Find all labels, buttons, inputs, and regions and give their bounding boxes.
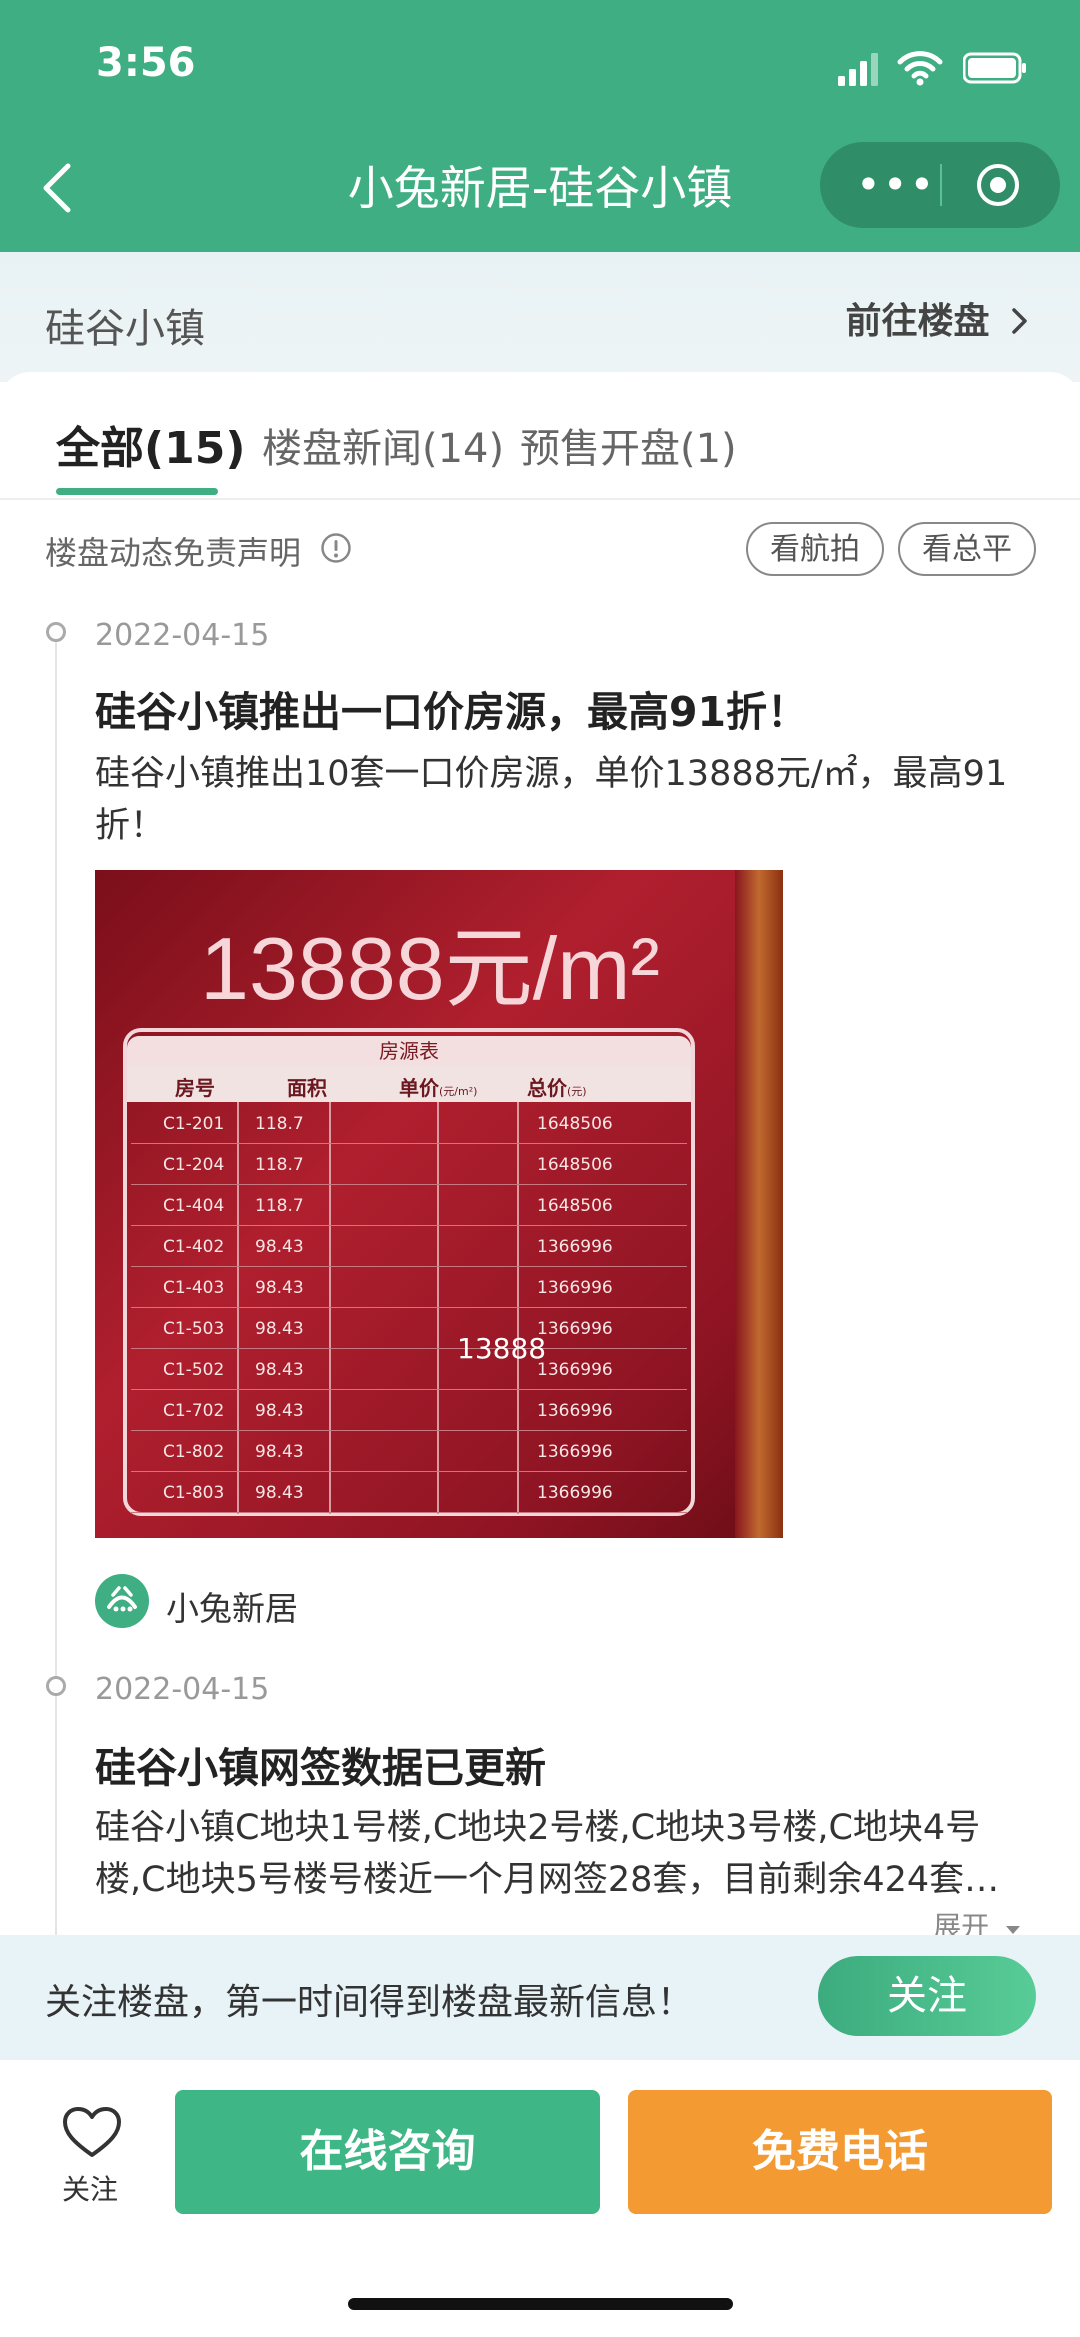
follow-button[interactable]: 关注 xyxy=(818,1956,1036,2036)
table-row-divider xyxy=(131,1225,687,1226)
room-number-cell: C1-403 xyxy=(163,1278,225,1298)
news-photo[interactable]: 13888元/m² 房源表 房号 面积 单价(元/m²) 总价(元) C1-20… xyxy=(95,870,783,1538)
header-price-label: 单价 xyxy=(399,1076,439,1100)
news-body: 硅谷小镇C地块1号楼,C地块2号楼,C地块3号楼,C地块4号楼,C地块5号楼号楼… xyxy=(95,1808,1000,1900)
header-price: 单价(元/m²) xyxy=(399,1072,477,1101)
table-row-divider xyxy=(131,1143,687,1144)
table-row-divider xyxy=(131,1184,687,1185)
rabbit-logo-icon xyxy=(107,1586,137,1612)
table-row-divider xyxy=(131,1471,687,1472)
home-indicator xyxy=(348,2298,733,2310)
table-row-divider xyxy=(131,1307,687,1308)
header-total-label: 总价 xyxy=(527,1076,567,1100)
miniprogram-capsule: ••• xyxy=(820,142,1060,228)
total-price-cell: 1366996 xyxy=(537,1442,613,1462)
heart-icon[interactable] xyxy=(62,2106,122,2160)
header-area: 面积 xyxy=(287,1076,327,1100)
price-table-caption: 房源表 xyxy=(127,1036,691,1066)
total-price-cell: 1648506 xyxy=(537,1196,613,1216)
free-call-button[interactable]: 免费电话 xyxy=(628,2090,1052,2214)
active-tab-indicator xyxy=(56,488,218,495)
total-price-cell: 1648506 xyxy=(537,1155,613,1175)
timeline-dot xyxy=(46,1676,66,1696)
total-price-cell: 1366996 xyxy=(537,1401,613,1421)
table-row-divider xyxy=(131,1389,687,1390)
table-row-divider xyxy=(131,1348,687,1349)
area-cell: 98.43 xyxy=(255,1483,304,1503)
news-title[interactable]: 硅谷小镇网签数据已更新 xyxy=(95,1734,546,1794)
area-cell: 98.43 xyxy=(255,1278,304,1298)
news-body: 硅谷小镇推出10套一口价房源，单价13888元/㎡，最高91折！ xyxy=(95,754,1008,846)
area-cell: 98.43 xyxy=(255,1401,304,1421)
favorite-label[interactable]: 关注 xyxy=(62,2168,118,2208)
aerial-view-button[interactable]: 看航拍 xyxy=(746,522,884,576)
table-row-divider xyxy=(131,1512,687,1513)
chevron-right-icon xyxy=(1012,308,1027,334)
table-row-divider xyxy=(131,1266,687,1267)
tab-all[interactable]: 全部(15) xyxy=(56,412,245,476)
price-table: 房源表 房号 面积 单价(元/m²) 总价(元) C1-201 118.7 1648… xyxy=(123,1028,695,1516)
total-price-cell: 1648506 xyxy=(537,1114,613,1134)
news-title[interactable]: 硅谷小镇推出一口价房源，最高91折！ xyxy=(95,678,808,738)
room-number-cell: C1-201 xyxy=(163,1114,225,1134)
news-date: 2022-04-15 xyxy=(95,1672,270,1707)
wifi-icon xyxy=(897,51,943,86)
more-options-icon[interactable]: ••• xyxy=(856,160,934,210)
area-cell: 118.7 xyxy=(255,1114,304,1134)
header-room: 房号 xyxy=(175,1076,215,1100)
room-number-cell: C1-503 xyxy=(163,1319,225,1339)
author-avatar xyxy=(95,1574,149,1628)
photo-frame-edge xyxy=(735,870,783,1538)
area-cell: 118.7 xyxy=(255,1155,304,1175)
area-cell: 98.43 xyxy=(255,1319,304,1339)
status-time: 3:56 xyxy=(96,40,196,86)
total-price-cell: 1366996 xyxy=(537,1237,613,1257)
room-number-cell: C1-702 xyxy=(163,1401,225,1421)
follow-banner-text: 关注楼盘，第一时间得到楼盘最新信息！ xyxy=(45,1982,694,2023)
room-number-cell: C1-803 xyxy=(163,1483,225,1503)
tab-presale-opening[interactable]: 预售开盘(1) xyxy=(520,416,737,474)
disclaimer-link[interactable]: 楼盘动态免责声明 xyxy=(45,528,301,574)
room-number-cell: C1-204 xyxy=(163,1155,225,1175)
table-row-divider xyxy=(131,1430,687,1431)
goto-project-label: 前往楼盘 xyxy=(845,301,990,342)
online-consult-button[interactable]: 在线咨询 xyxy=(175,2090,600,2214)
total-price-cell: 1366996 xyxy=(537,1483,613,1503)
header-price-unit: (元/m²) xyxy=(439,1085,478,1098)
header-total: 总价(元) xyxy=(527,1072,587,1101)
unit-price-value: 13888 xyxy=(457,1332,547,1365)
photo-big-price: 13888元/m² xyxy=(200,919,660,1018)
room-number-cell: C1-502 xyxy=(163,1360,225,1380)
area-cell: 98.43 xyxy=(255,1237,304,1257)
info-icon[interactable] xyxy=(320,532,352,564)
room-number-cell: C1-402 xyxy=(163,1237,225,1257)
table-divider xyxy=(437,1102,439,1514)
timeline-line xyxy=(55,640,57,1935)
master-plan-button[interactable]: 看总平 xyxy=(898,522,1036,576)
table-divider xyxy=(517,1102,519,1514)
tab-project-news[interactable]: 楼盘新闻(14) xyxy=(262,416,504,474)
room-number-cell: C1-802 xyxy=(163,1442,225,1462)
area-cell: 118.7 xyxy=(255,1196,304,1216)
area-cell: 98.43 xyxy=(255,1442,304,1462)
signal-icon xyxy=(838,53,878,86)
room-number-cell: C1-404 xyxy=(163,1196,225,1216)
project-name: 硅谷小镇 xyxy=(45,306,205,352)
close-target-icon[interactable] xyxy=(975,162,1021,208)
news-date: 2022-04-15 xyxy=(95,618,270,653)
total-price-cell: 1366996 xyxy=(537,1360,613,1380)
timeline-dot xyxy=(46,622,66,642)
table-divider xyxy=(329,1102,331,1514)
goto-project-link[interactable]: 前往楼盘 xyxy=(845,292,1030,344)
total-price-cell: 1366996 xyxy=(537,1319,613,1339)
capsule-divider xyxy=(940,164,942,206)
area-cell: 98.43 xyxy=(255,1360,304,1380)
author-name: 小兔新居 xyxy=(166,1589,298,1628)
header-total-unit: (元) xyxy=(567,1085,587,1098)
table-divider xyxy=(237,1102,239,1514)
tab-bar: 全部(15) 楼盘新闻(14) 预售开盘(1) xyxy=(0,390,1080,500)
price-table-header: 房号 面积 单价(元/m²) 总价(元) xyxy=(127,1066,691,1102)
battery-icon xyxy=(963,52,1026,84)
total-price-cell: 1366996 xyxy=(537,1278,613,1298)
